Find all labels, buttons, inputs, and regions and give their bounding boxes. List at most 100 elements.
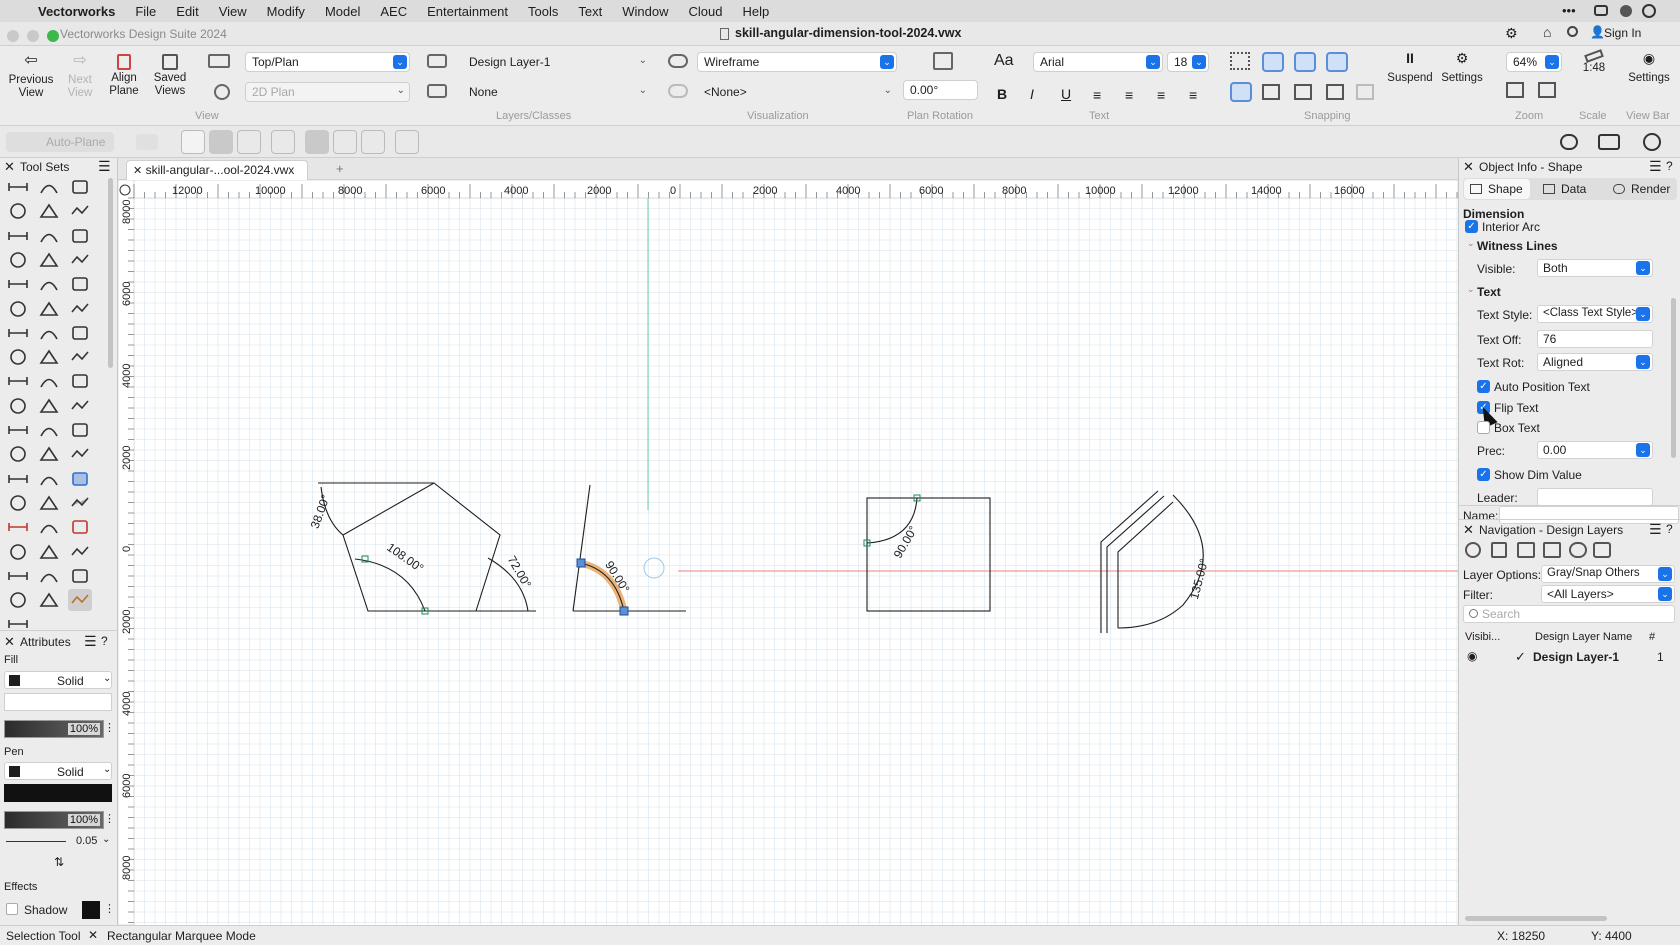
door-tool-icon[interactable]	[37, 395, 61, 417]
more-icon[interactable]: •••	[1562, 3, 1576, 18]
dimension-label-38[interactable]: 38.00°	[308, 493, 333, 531]
person-icon[interactable]: 👤	[1590, 25, 1605, 39]
house-tool-icon[interactable]	[37, 565, 61, 587]
snap-settings-button[interactable]: ⚙ Settings	[1438, 51, 1486, 85]
mode-lasso-icon[interactable]	[333, 130, 357, 154]
mode-multiple-reshape-icon[interactable]	[237, 130, 261, 154]
tractor-tool-icon[interactable]	[68, 468, 92, 490]
eye-icon[interactable]: ◉	[1467, 649, 1477, 663]
close-icon[interactable]: ✕	[88, 928, 98, 942]
fire-tool-icon[interactable]	[68, 443, 92, 465]
callout-tool-icon[interactable]	[37, 273, 61, 295]
mode-single-object-icon[interactable]	[181, 130, 205, 154]
menu-model[interactable]: Model	[315, 4, 370, 19]
auto-position-text-checkbox[interactable]: ✓	[1477, 380, 1490, 393]
layer-options-select[interactable]: Gray/Snap Others ⌄	[1541, 565, 1675, 583]
pen-style-select[interactable]: Solid ⌄	[4, 762, 112, 780]
class-select[interactable]: None ⌄	[462, 82, 652, 102]
menu-icon[interactable]: ☰	[98, 158, 111, 175]
fill-style-select[interactable]: Solid ⌄	[4, 671, 112, 689]
angle-line-upper[interactable]	[572, 484, 591, 612]
menu-edit[interactable]: Edit	[166, 4, 208, 19]
next-view-button[interactable]: ⇨ Next View	[62, 53, 98, 100]
align-center-icon[interactable]: ≡	[1125, 87, 1133, 103]
menu-app[interactable]: Vectorworks	[28, 4, 125, 19]
navigation-hscrollbar[interactable]	[1465, 916, 1607, 921]
align-left-icon[interactable]: ≡	[1093, 87, 1101, 103]
filter-select[interactable]: <All Layers> ⌄	[1541, 585, 1675, 603]
nav-all-icon[interactable]	[1465, 542, 1481, 558]
arc-shape-outline-3[interactable]	[1117, 501, 1174, 628]
previous-view-button[interactable]: ⇦ Previous View	[4, 53, 58, 100]
locus-tool-icon[interactable]	[68, 200, 92, 222]
fit-to-objects-icon[interactable]	[1538, 82, 1556, 98]
table-tool-icon[interactable]	[37, 516, 61, 538]
pencil-tool-icon[interactable]	[68, 273, 92, 295]
plan-select[interactable]: 2D Plan ⌄	[245, 82, 410, 102]
angular-dimension-tool-icon[interactable]	[37, 225, 61, 247]
help-icon[interactable]: ?	[1666, 159, 1673, 173]
suspend-button[interactable]: II Suspend	[1386, 51, 1434, 85]
dimension-label-135[interactable]: 135.00°	[1187, 557, 1211, 601]
tree-tool-icon[interactable]	[6, 419, 30, 441]
tab-render[interactable]: Render	[1603, 179, 1675, 199]
truck-tool-icon[interactable]	[68, 492, 92, 514]
close-icon[interactable]: ✕	[1463, 159, 1474, 175]
arrows-tool-icon[interactable]	[68, 322, 92, 344]
line-weight-select[interactable]: 0.05 ⌄	[4, 834, 112, 850]
tab-shape[interactable]: Shape	[1464, 179, 1530, 199]
box-text-checkbox[interactable]	[1477, 421, 1490, 434]
leader-field[interactable]	[1537, 488, 1653, 506]
arc-shape-outline-2[interactable]	[1106, 495, 1165, 633]
square-shape[interactable]	[866, 497, 991, 612]
selection-handle[interactable]	[576, 558, 586, 568]
more-icon[interactable]: ⋮	[104, 721, 115, 734]
monitor-tool-icon[interactable]	[6, 468, 30, 490]
fit-to-window-icon[interactable]	[1506, 82, 1524, 98]
nav-references-icon[interactable]	[1593, 542, 1611, 558]
menu-text[interactable]: Text	[568, 4, 612, 19]
help-icon[interactable]: ?	[1666, 522, 1673, 536]
beam-tool-icon[interactable]	[37, 541, 61, 563]
wall-tool-icon[interactable]	[68, 395, 92, 417]
snap-object-icon[interactable]	[1262, 52, 1284, 72]
close-window-button[interactable]	[7, 30, 19, 42]
visible-select[interactable]: Both ⌄	[1537, 259, 1653, 277]
dots-tool-icon[interactable]	[68, 225, 92, 247]
close-icon[interactable]: ✕	[1463, 522, 1474, 538]
siri-icon[interactable]	[1620, 5, 1632, 17]
tube-tool-icon[interactable]	[37, 468, 61, 490]
align-right-icon[interactable]: ≡	[1157, 87, 1165, 103]
render-mode-select[interactable]: Wireframe ⌄	[697, 52, 897, 72]
justify-icon[interactable]: ≡	[1189, 87, 1197, 103]
car-tool-icon[interactable]	[37, 492, 61, 514]
protractor-tool-icon[interactable]	[6, 273, 30, 295]
camera2-tool-icon[interactable]	[68, 516, 92, 538]
pole-tool-icon[interactable]	[6, 516, 30, 538]
shadow-color-swatch[interactable]	[82, 901, 100, 919]
minimize-window-button[interactable]	[27, 30, 39, 42]
shadow-checkbox[interactable]	[6, 903, 18, 915]
arc-shape-outline-1[interactable]	[1100, 490, 1159, 633]
globe-icon[interactable]	[1643, 133, 1661, 151]
nav-layers-icon[interactable]	[1491, 542, 1507, 558]
mode-transform-icon[interactable]	[271, 130, 295, 154]
disc-tool-icon[interactable]	[37, 589, 61, 611]
snap-tangent-icon[interactable]	[1326, 84, 1344, 100]
user-icon[interactable]	[1642, 4, 1656, 18]
menu-modify[interactable]: Modify	[257, 4, 315, 19]
more-icon[interactable]: ⋮	[104, 902, 115, 915]
zoom-select[interactable]: 64% ⌄	[1506, 52, 1562, 72]
quantity-tool-icon[interactable]	[37, 346, 61, 368]
menu-icon[interactable]: ☰	[84, 633, 97, 650]
cloud-tool-icon[interactable]	[68, 298, 92, 320]
panel-tool-icon[interactable]	[37, 322, 61, 344]
layer-select[interactable]: Design Layer-1 ⌄	[462, 52, 652, 72]
control-center-icon[interactable]	[1594, 5, 1608, 16]
dimension-label-72[interactable]: 72.00°	[505, 553, 535, 590]
fill-opacity-slider[interactable]: 100%	[4, 720, 104, 738]
polyline-tool-icon[interactable]	[68, 176, 92, 198]
rack-tool-icon[interactable]	[6, 589, 30, 611]
home-icon[interactable]: ⌂	[1543, 24, 1551, 40]
bench-tool-icon[interactable]	[68, 589, 92, 612]
